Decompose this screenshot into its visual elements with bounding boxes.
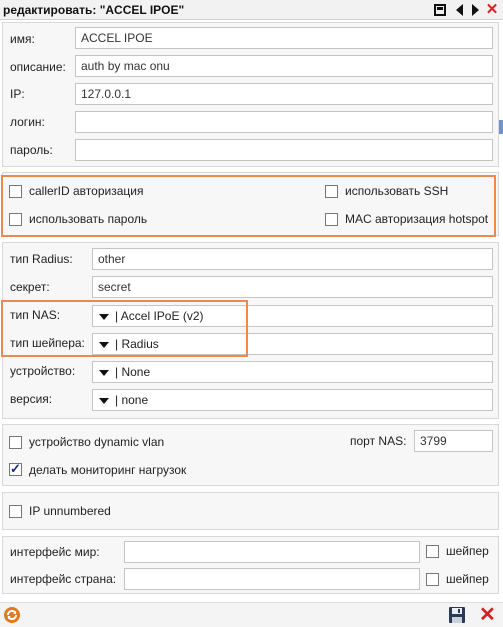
load-monitoring-checkbox[interactable] xyxy=(9,461,22,477)
shaper-type-value: | Radius xyxy=(115,337,159,351)
name-label: имя: xyxy=(10,32,35,46)
arrow-left-icon[interactable] xyxy=(452,3,466,17)
nas-type-value: | Accel IPoE (v2) xyxy=(115,309,204,323)
ip-unnumbered-label: IP unnumbered xyxy=(29,504,111,518)
use-password-checkbox[interactable] xyxy=(9,213,22,226)
interface-world-input[interactable] xyxy=(124,541,420,563)
arrow-right-icon[interactable] xyxy=(468,3,482,17)
ip-unnumbered-checkbox[interactable] xyxy=(9,505,22,518)
description-label: описание: xyxy=(10,60,66,74)
nas-port-label: порт NAS: xyxy=(350,434,407,448)
use-password-label: использовать пароль xyxy=(29,212,148,226)
ip-label: IP: xyxy=(10,87,25,101)
dynamic-vlan-checkbox[interactable] xyxy=(9,436,22,449)
callerid-label: callerID авторизация xyxy=(29,184,144,198)
description-input[interactable]: auth by mac onu xyxy=(75,55,493,77)
ip-input[interactable]: 127.0.0.1 xyxy=(75,83,493,105)
chevron-down-icon xyxy=(99,370,109,376)
shaper-type-label: тип шейпера: xyxy=(10,336,85,350)
secret-input[interactable]: secret xyxy=(92,276,493,298)
chevron-down-icon xyxy=(99,398,109,404)
window-title: редактировать: "ACCEL IPOE" xyxy=(3,3,185,17)
interface-world-label: интерфейс мир: xyxy=(10,545,100,559)
device-select[interactable]: | None xyxy=(92,361,493,383)
password-input[interactable] xyxy=(75,139,493,161)
country-shaper-label: шейпер xyxy=(446,572,489,586)
version-select[interactable]: | none xyxy=(92,389,493,411)
world-shaper-label: шейпер xyxy=(446,544,489,558)
close-icon[interactable]: ✕ xyxy=(485,2,499,17)
scrollbar-thumb[interactable] xyxy=(499,120,503,134)
login-label: логин: xyxy=(10,115,45,129)
callerid-checkbox[interactable] xyxy=(9,185,22,198)
window-titlebar: редактировать: "ACCEL IPOE" ✕ xyxy=(0,0,503,20)
version-value: | none xyxy=(115,393,149,407)
password-label: пароль: xyxy=(10,143,53,157)
save-icon[interactable] xyxy=(448,606,466,624)
dynamic-vlan-label: устройство dynamic vlan xyxy=(29,435,165,449)
nas-type-select[interactable]: | Accel IPoE (v2) xyxy=(92,305,493,327)
radius-type-label: тип Radius: xyxy=(10,252,73,266)
name-input[interactable]: ACCEL IPOE xyxy=(75,27,493,49)
mac-hotspot-checkbox[interactable] xyxy=(325,213,338,226)
refresh-icon[interactable] xyxy=(3,606,21,624)
shaper-type-select[interactable]: | Radius xyxy=(92,333,493,355)
mac-hotspot-label: MAC авторизация hotspot xyxy=(345,212,489,226)
version-label: версия: xyxy=(10,392,53,406)
nas-type-label: тип NAS: xyxy=(10,308,61,322)
monitoring-panel: устройство dynamic vlan порт NAS: 3799 д… xyxy=(2,424,499,486)
auth-options-panel: callerID авторизация использовать SSH ис… xyxy=(2,172,499,236)
login-input[interactable] xyxy=(75,111,493,133)
radius-settings-panel: тип Radius: other секрет: secret тип NAS… xyxy=(2,242,499,419)
bottom-toolbar: ✕ xyxy=(0,602,503,627)
chevron-down-icon xyxy=(99,314,109,320)
device-label: устройство: xyxy=(10,364,76,378)
load-monitoring-label: делать мониторинг нагрузок xyxy=(29,463,187,477)
interface-country-label: интерфейс страна: xyxy=(10,572,117,586)
basic-settings-panel: имя: ACCEL IPOE описание: auth by mac on… xyxy=(2,22,499,167)
use-ssh-checkbox[interactable] xyxy=(325,185,338,198)
world-shaper-checkbox[interactable] xyxy=(426,545,439,558)
radius-type-input[interactable]: other xyxy=(92,248,493,270)
window-icon[interactable] xyxy=(433,3,447,17)
country-shaper-checkbox[interactable] xyxy=(426,573,439,586)
device-value: | None xyxy=(115,365,151,379)
chevron-down-icon xyxy=(99,342,109,348)
use-ssh-label: использовать SSH xyxy=(345,184,449,198)
nas-port-input[interactable]: 3799 xyxy=(414,430,493,452)
interface-country-input[interactable] xyxy=(124,568,420,590)
delete-icon[interactable]: ✕ xyxy=(479,605,497,625)
secret-label: секрет: xyxy=(10,280,50,294)
interfaces-panel: интерфейс мир: шейпер интерфейс страна: … xyxy=(2,536,499,594)
ip-unnumbered-panel: IP unnumbered xyxy=(2,492,499,530)
